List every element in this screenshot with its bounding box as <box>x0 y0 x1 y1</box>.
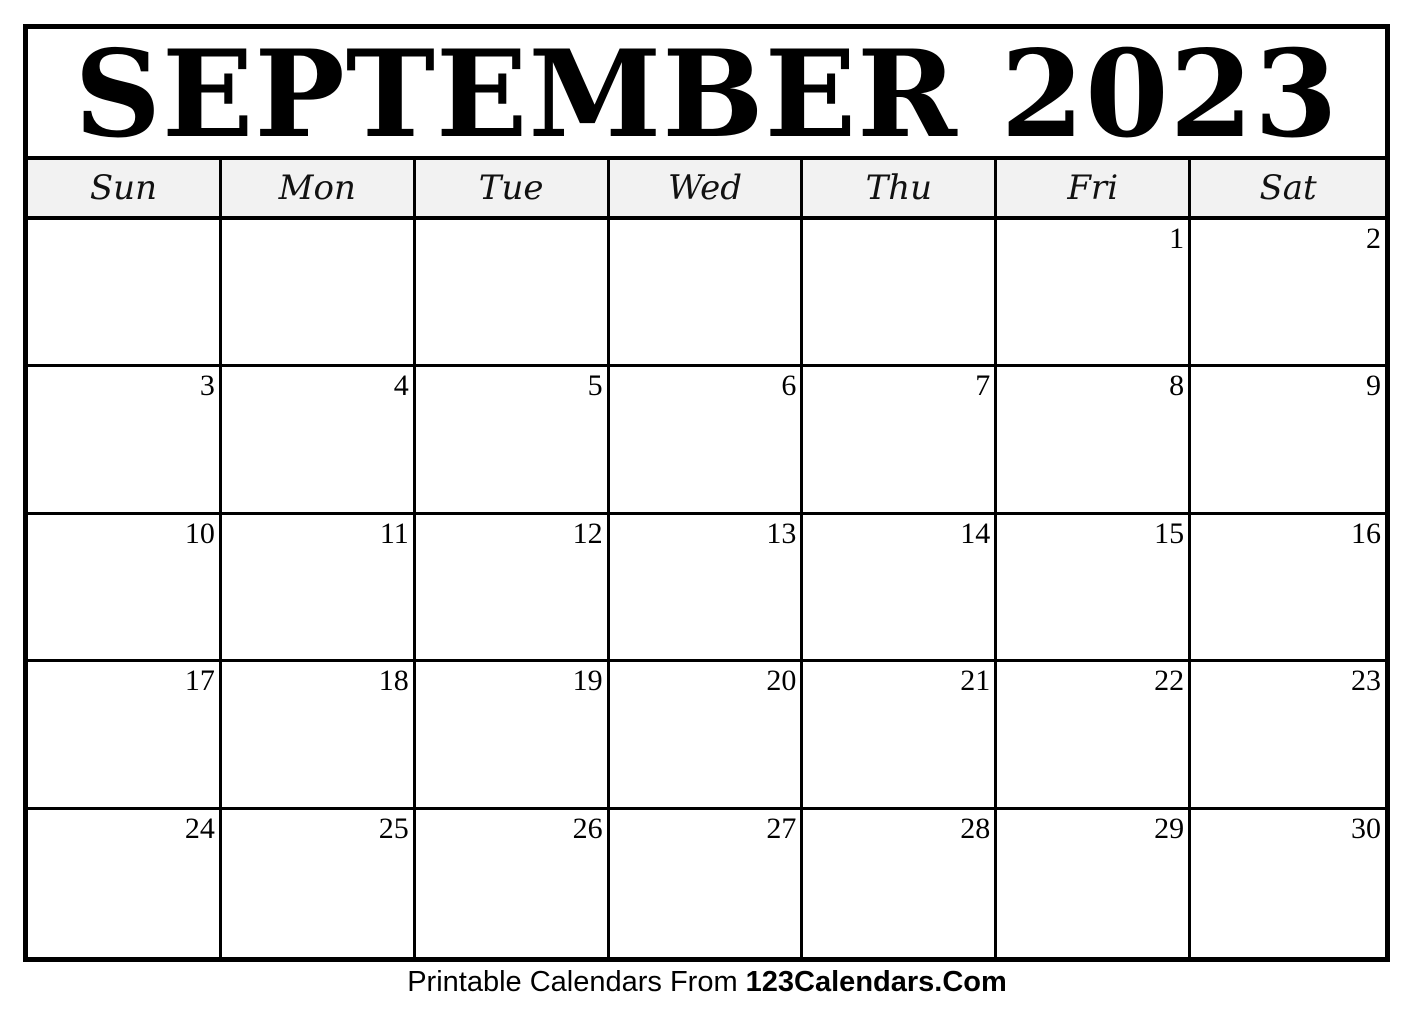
day-cell: 5 <box>415 367 610 515</box>
day-cell: 11 <box>221 514 416 663</box>
day-number: 11 <box>379 516 409 550</box>
day-cell: 9 <box>1191 367 1385 515</box>
day-number: 23 <box>1351 664 1381 698</box>
day-number: 26 <box>572 811 603 845</box>
day-cell: 10 <box>28 514 222 663</box>
empty-day-cell <box>415 220 610 368</box>
day-cell: 16 <box>1191 515 1385 663</box>
day-cell: 29 <box>997 809 1192 957</box>
day-number: 4 <box>393 369 409 403</box>
empty-day-cell <box>803 220 998 368</box>
day-number: 5 <box>587 369 603 403</box>
day-cell: 2 <box>1191 220 1385 368</box>
day-cell: 22 <box>997 662 1192 810</box>
weekday-header: Sun <box>28 160 222 216</box>
day-cell: 4 <box>221 367 416 515</box>
day-cell: 8 <box>997 367 1192 515</box>
day-cell: 15 <box>997 514 1192 663</box>
day-cell: 1 <box>997 220 1192 368</box>
day-number: 21 <box>960 664 991 698</box>
empty-day-cell <box>609 220 804 368</box>
day-cell: 6 <box>609 367 804 515</box>
calendar-title: SEPTEMBER 2023 <box>28 29 1385 160</box>
day-number: 9 <box>1366 369 1381 403</box>
empty-day-cell <box>28 220 222 368</box>
day-number: 18 <box>378 664 409 698</box>
day-number: 15 <box>1154 516 1185 550</box>
day-number: 1 <box>1169 222 1185 255</box>
day-cell: 30 <box>1191 810 1385 957</box>
day-cell: 12 <box>415 514 610 663</box>
footer-site-link[interactable]: 123Calendars.Com <box>746 966 1007 998</box>
day-cell: 28 <box>803 809 998 957</box>
day-number: 7 <box>975 369 991 403</box>
day-cell: 17 <box>28 662 222 810</box>
day-cell: 13 <box>609 514 804 663</box>
weekday-header: Thu <box>803 160 998 216</box>
weekday-header: Fri <box>997 160 1192 216</box>
weekday-header-row: Sun Mon Tue Wed Thu Fri Sat <box>28 160 1385 220</box>
day-number: 13 <box>766 516 797 550</box>
day-cell: 3 <box>28 367 222 515</box>
day-cell: 20 <box>609 662 804 810</box>
day-number: 24 <box>184 811 215 845</box>
footer-credit: Printable Calendars From 123Calendars.Co… <box>0 966 1414 999</box>
day-number: 30 <box>1351 811 1381 845</box>
day-number: 20 <box>766 664 797 698</box>
calendar: SEPTEMBER 2023 Sun Mon Tue Wed Thu Fri S… <box>23 24 1390 962</box>
day-number: 3 <box>199 369 215 403</box>
day-number: 29 <box>1154 811 1185 845</box>
weekday-header: Tue <box>416 160 610 216</box>
day-cell: 23 <box>1191 662 1385 810</box>
day-number: 16 <box>1351 516 1381 550</box>
day-number: 10 <box>184 516 215 550</box>
day-cell: 27 <box>610 809 804 957</box>
day-cell: 26 <box>416 809 610 957</box>
day-number: 8 <box>1169 369 1185 403</box>
day-cell: 7 <box>803 367 998 515</box>
day-number: 6 <box>781 369 797 403</box>
day-number: 14 <box>960 516 991 550</box>
day-grid: 1 2 3 4 5 6 7 8 9 10 11 12 13 14 15 16 17 18 19 20 21 22 23 24 2… <box>28 220 1385 957</box>
weekday-header: Wed <box>610 160 804 216</box>
day-cell: 18 <box>221 662 416 810</box>
day-cell: 25 <box>222 809 416 957</box>
weekday-header: Sat <box>1259 168 1317 208</box>
day-number: 17 <box>184 664 215 698</box>
day-number: 22 <box>1154 664 1185 698</box>
empty-day-cell <box>221 220 416 368</box>
day-cell: 14 <box>803 514 998 663</box>
day-number: 25 <box>378 811 409 845</box>
day-cell: 24 <box>28 809 222 957</box>
day-number: 19 <box>572 664 603 698</box>
day-cell: 19 <box>415 662 610 810</box>
day-number: 2 <box>1366 222 1381 255</box>
day-number: 12 <box>572 516 603 550</box>
day-number: 27 <box>766 811 797 845</box>
weekday-header: Mon <box>222 160 416 216</box>
footer-prefix: Printable Calendars From <box>407 966 746 998</box>
day-number: 28 <box>960 811 991 845</box>
day-cell: 21 <box>803 662 998 810</box>
